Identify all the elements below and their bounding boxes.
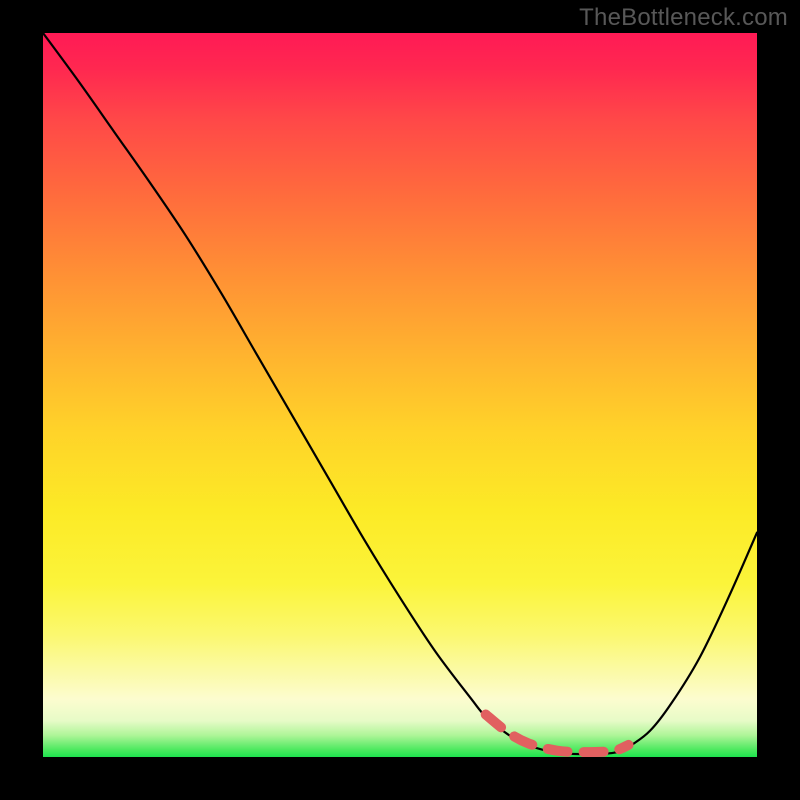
bottleneck-curve-svg: [43, 33, 757, 757]
watermark-text: TheBottleneck.com: [579, 4, 788, 32]
chart-frame: TheBottleneck.com: [0, 0, 800, 800]
plot-area: [43, 33, 757, 757]
bottleneck-curve: [43, 33, 757, 754]
